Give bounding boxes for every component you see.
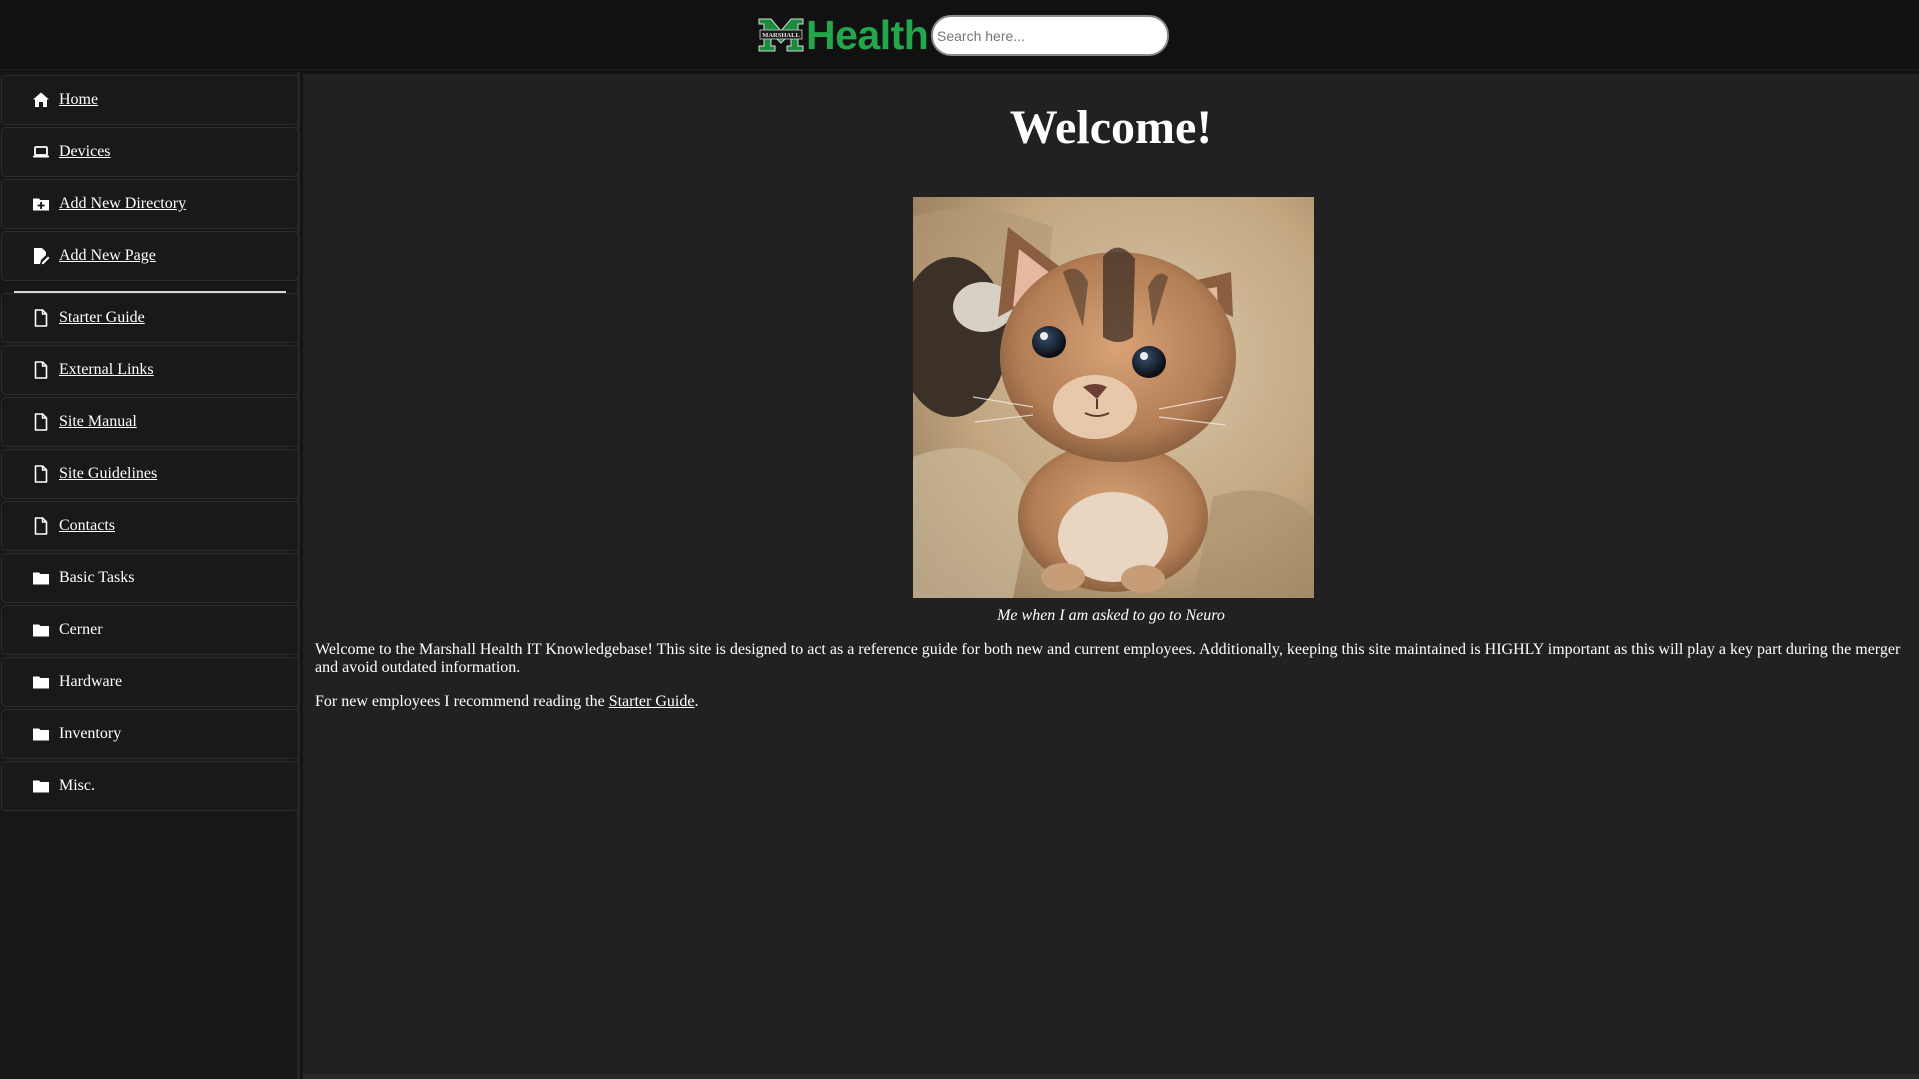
marshall-m-logo-icon: MARSHALL: [758, 18, 804, 52]
sidebar-item-cerner[interactable]: Cerner: [1, 605, 299, 655]
folder-icon: [33, 676, 49, 689]
svg-text:MARSHALL: MARSHALL: [762, 32, 800, 39]
file-icon: [34, 361, 48, 379]
intro-paragraph: Welcome to the Marshall Health IT Knowle…: [315, 641, 1901, 676]
sidebar-item-label[interactable]: Contacts: [59, 517, 115, 535]
sidebar-item-label[interactable]: Home: [59, 91, 98, 109]
starter-guide-link[interactable]: Starter Guide: [609, 693, 695, 710]
sidebar-item-label[interactable]: Starter Guide: [59, 309, 145, 327]
sidebar-item-inventory[interactable]: Inventory: [1, 709, 299, 759]
sidebar-item-label[interactable]: Add New Page: [59, 247, 156, 265]
site-logo-text: Health: [806, 12, 929, 58]
sidebar-item-home[interactable]: Home: [1, 75, 299, 125]
file-icon: [34, 465, 48, 483]
sidebar-item-label[interactable]: Site Guidelines: [59, 465, 157, 483]
recommendation-text: For new employees I recommend reading th…: [315, 693, 609, 710]
sidebar-item-starter-guide[interactable]: Starter Guide: [1, 293, 299, 343]
file-edit-icon: [34, 248, 50, 265]
file-icon: [34, 517, 48, 535]
sidebar-item-label[interactable]: External Links: [59, 361, 154, 379]
sidebar-item-label[interactable]: Devices: [59, 143, 111, 161]
search-input[interactable]: [931, 15, 1169, 56]
file-icon: [34, 413, 48, 431]
sidebar-item-basic-tasks[interactable]: Basic Tasks: [1, 553, 299, 603]
sidebar-item-site-guidelines[interactable]: Site Guidelines: [1, 449, 299, 499]
sidebar-item-contacts[interactable]: Contacts: [1, 501, 299, 551]
laptop-icon: [33, 146, 49, 158]
sidebar-item-add-new-directory[interactable]: Add New Directory: [1, 179, 299, 229]
sidebar-item-label: Basic Tasks: [59, 569, 135, 586]
folder-icon: [33, 780, 49, 793]
kitten-photo: [913, 197, 1314, 598]
sidebar-item-label: Cerner: [59, 621, 103, 638]
sidebar-item-site-manual[interactable]: Site Manual: [1, 397, 299, 447]
folder-plus-icon: [33, 198, 49, 211]
sidebar-item-label[interactable]: Site Manual: [59, 413, 137, 431]
recommendation-suffix: .: [694, 693, 699, 710]
sidebar-item-external-links[interactable]: External Links: [1, 345, 299, 395]
sidebar-item-label[interactable]: Add New Directory: [59, 195, 186, 213]
main-content: Welcome! Me when I am asked to go to Neu…: [303, 74, 1919, 1074]
image-caption: Me when I am asked to go to Neuro: [997, 607, 1225, 624]
sidebar-item-label: Misc.: [59, 777, 95, 794]
sidebar-item-add-new-page[interactable]: Add New Page: [1, 231, 299, 281]
sidebar-item-misc[interactable]: Misc.: [1, 761, 299, 811]
sidebar-item-label: Hardware: [59, 673, 123, 690]
folder-icon: [33, 572, 49, 585]
file-icon: [34, 309, 48, 327]
folder-icon: [33, 728, 49, 741]
page-title: Welcome!: [1009, 101, 1213, 154]
sidebar: Home Devices Add New Directory Add New P…: [0, 72, 300, 1079]
bottom-border: [303, 1074, 1919, 1079]
home-icon: [33, 92, 49, 107]
sidebar-item-hardware[interactable]: Hardware: [1, 657, 299, 707]
folder-icon: [33, 624, 49, 637]
top-header: MARSHALL Health: [0, 0, 1919, 70]
site-logo[interactable]: MARSHALL Health: [757, 12, 929, 58]
sidebar-item-label: Inventory: [59, 725, 122, 742]
recommendation-paragraph: For new employees I recommend reading th…: [315, 693, 1911, 711]
sidebar-item-devices[interactable]: Devices: [1, 127, 299, 177]
